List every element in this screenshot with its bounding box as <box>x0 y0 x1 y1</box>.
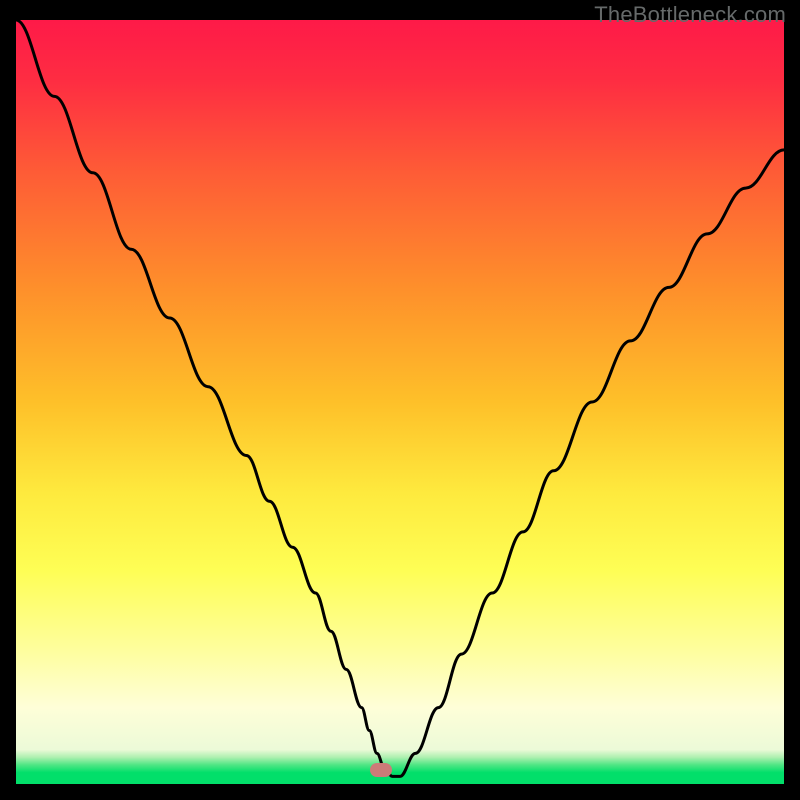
gradient-background <box>16 20 784 784</box>
optimum-marker <box>370 763 392 777</box>
chart-plot <box>16 20 784 784</box>
chart-frame <box>16 20 784 784</box>
watermark-text: TheBottleneck.com <box>594 2 786 28</box>
